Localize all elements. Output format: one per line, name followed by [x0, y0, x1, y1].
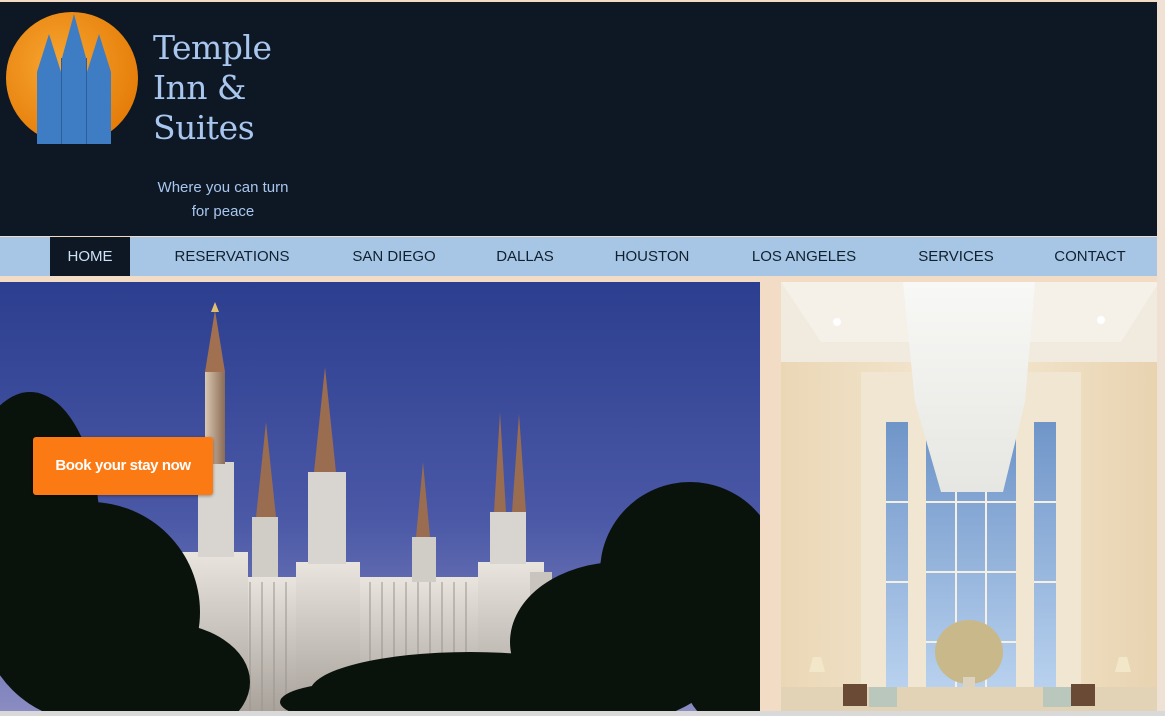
site-brand-name[interactable]: Temple Inn & Suites — [153, 28, 272, 148]
nav-dallas[interactable]: DALLAS — [475, 237, 575, 276]
brand-line-1: Temple — [153, 28, 272, 67]
nav-san-diego[interactable]: SAN DIEGO — [330, 237, 458, 276]
page-edge — [1157, 0, 1165, 716]
nav-reservations[interactable]: RESERVATIONS — [150, 237, 314, 276]
brand-line-3: Suites — [153, 108, 255, 147]
tagline-line-1: Where you can turn — [157, 179, 289, 196]
book-stay-button[interactable]: Book your stay now — [33, 437, 213, 495]
page-bottom-divider — [0, 711, 1165, 716]
site-tagline: Where you can turn for peace — [142, 176, 304, 224]
brand-line-2: Inn & — [153, 68, 246, 107]
site-header: Temple Inn & Suites Where you can turn f… — [0, 2, 1157, 236]
nav-services[interactable]: SERVICES — [896, 237, 1016, 276]
nav-contact[interactable]: CONTACT — [1030, 237, 1150, 276]
temple-night-photo — [0, 282, 760, 711]
temple-spires-logo-icon[interactable] — [4, 10, 144, 150]
nav-home[interactable]: HOME — [50, 237, 130, 276]
main-navigation: HOME RESERVATIONS SAN DIEGO DALLAS HOUST… — [0, 237, 1157, 276]
temple-interior-photo — [781, 282, 1159, 711]
tagline-line-2: for peace — [191, 203, 255, 220]
temple-exterior-image — [0, 282, 760, 711]
nav-los-angeles[interactable]: LOS ANGELES — [730, 237, 878, 276]
nav-houston[interactable]: HOUSTON — [592, 237, 712, 276]
temple-interior-image — [781, 282, 1159, 711]
